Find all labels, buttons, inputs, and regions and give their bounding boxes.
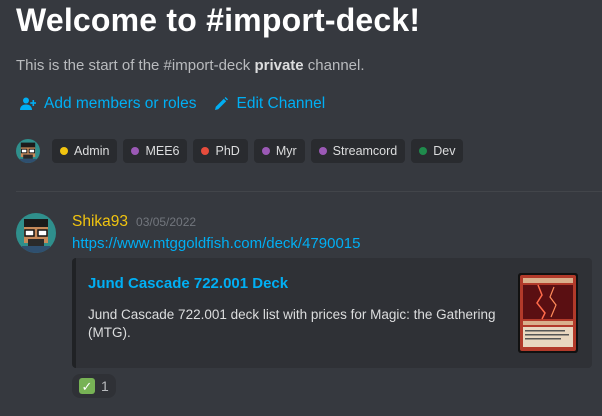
edit-channel-button[interactable]: Edit Channel bbox=[214, 95, 325, 113]
subtitle-private: private bbox=[254, 57, 304, 74]
message-link[interactable]: https://www.mtggoldfish.com/deck/4790015 bbox=[72, 235, 361, 252]
divider bbox=[16, 191, 602, 192]
message-header: Shika93 03/05/2022 bbox=[72, 213, 196, 231]
pencil-icon bbox=[214, 97, 229, 111]
edit-channel-label: Edit Channel bbox=[236, 95, 326, 112]
role-label: Streamcord bbox=[332, 144, 398, 158]
card-thumbnail-image[interactable] bbox=[518, 273, 578, 353]
role-color-dot bbox=[318, 147, 327, 155]
message-username[interactable]: Shika93 bbox=[72, 213, 128, 231]
check-mark-icon: ✓ bbox=[79, 378, 95, 394]
role-color-dot bbox=[201, 147, 210, 155]
role-label: Admin bbox=[74, 144, 110, 158]
add-member-icon bbox=[20, 97, 36, 111]
role-streamcord[interactable]: Streamcord bbox=[310, 139, 406, 163]
role-color-dot bbox=[131, 147, 140, 155]
avatar[interactable] bbox=[16, 139, 40, 163]
welcome-title: Welcome to #import-deck! bbox=[16, 2, 421, 38]
role-color-dot bbox=[419, 147, 428, 155]
reaction-count: 1 bbox=[101, 378, 109, 394]
subtitle-suffix: channel. bbox=[303, 57, 365, 74]
role-phd[interactable]: PhD bbox=[193, 139, 248, 163]
role-color-dot bbox=[60, 147, 68, 155]
roles-row: Admin MEE6 PhD Myr Streamcord Dev bbox=[16, 139, 464, 163]
channel-actions: Add members or roles Edit Channel bbox=[20, 95, 325, 113]
role-myr[interactable]: Myr bbox=[253, 139, 305, 163]
embed-description: Jund Cascade 722.001 deck list with pric… bbox=[88, 307, 496, 340]
embed-title[interactable]: Jund Cascade 722.001 Deck bbox=[88, 275, 288, 292]
role-admin[interactable]: Admin bbox=[52, 139, 118, 163]
role-label: PhD bbox=[215, 144, 240, 158]
role-label: MEE6 bbox=[145, 144, 180, 158]
role-label: Dev bbox=[433, 144, 456, 158]
message-avatar[interactable] bbox=[16, 213, 56, 253]
role-label: Myr bbox=[275, 144, 297, 158]
add-members-label: Add members or roles bbox=[44, 95, 197, 112]
role-dev[interactable]: Dev bbox=[411, 139, 464, 163]
add-members-button[interactable]: Add members or roles bbox=[20, 95, 196, 113]
link-embed: Jund Cascade 722.001 Deck Jund Cascade 7… bbox=[72, 258, 592, 368]
reaction-button[interactable]: ✓ 1 bbox=[72, 374, 116, 398]
role-mee6[interactable]: MEE6 bbox=[123, 139, 188, 163]
message-timestamp: 03/05/2022 bbox=[136, 215, 197, 229]
welcome-subtitle: This is the start of the #import-deck pr… bbox=[16, 57, 365, 74]
role-color-dot bbox=[261, 147, 270, 155]
subtitle-prefix: This is the start of the #import-deck bbox=[16, 57, 255, 74]
